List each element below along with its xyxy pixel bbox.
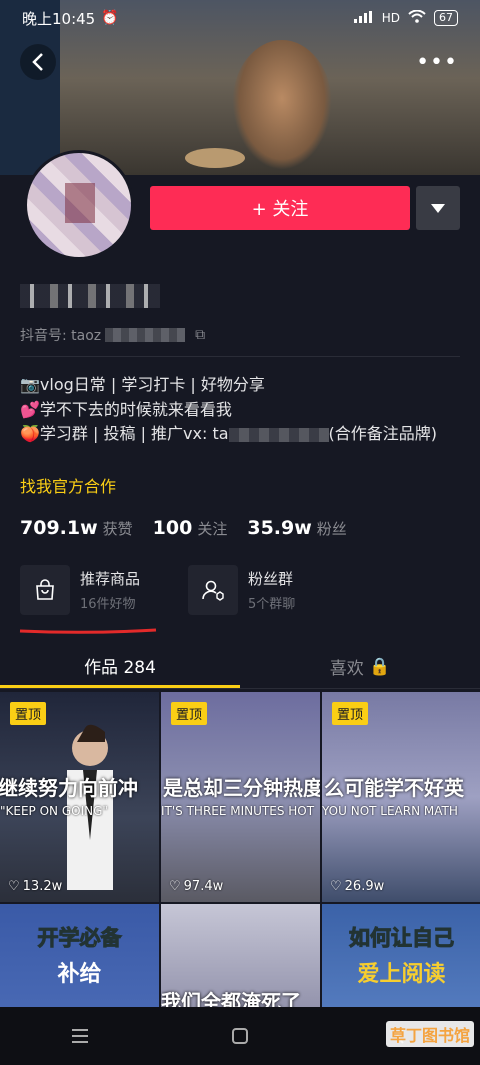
stat-label: 关注 — [197, 520, 228, 538]
home-square-icon — [232, 1028, 248, 1044]
heart-icon: ♡ — [169, 879, 181, 894]
video-likes: ♡ 97.4w — [169, 879, 223, 894]
bio-line: 💕学不下去的时候就来看看我 — [20, 399, 232, 419]
stat-followers[interactable]: 35.9w 粉丝 — [247, 517, 346, 539]
stat-label: 粉丝 — [316, 520, 347, 538]
bio-blurred — [228, 427, 329, 442]
video-thumbnail[interactable]: 开学必备 补给 — [0, 904, 159, 1019]
video-thumbnail[interactable]: 置顶 么可能学不好英 YOU NOT LEARN MATH ♡ 26.9w — [322, 692, 480, 902]
stats-row: 709.1w 获赞 100 关注 35.9w 粉丝 — [20, 517, 347, 539]
likes-count: 26.9w — [344, 879, 385, 894]
douyin-id-text: 抖音号: taoz — [20, 328, 102, 344]
video-cover-title: 继续努力向前冲 — [0, 776, 138, 800]
feature-subtitle: 5个群聊 — [248, 597, 296, 612]
video-thumbnail[interactable]: 我们全都淹死了 — [161, 904, 320, 1019]
video-grid: 置顶 继续努力向前冲 "KEEP ON GOING" ♡ 13.2w 置顶 是总却… — [0, 692, 480, 1019]
recommend-dropdown-button[interactable] — [416, 186, 460, 230]
follow-button[interactable]: + 关注 — [150, 186, 410, 230]
stat-label: 获赞 — [102, 520, 133, 538]
stat-number: 35.9w — [247, 517, 312, 539]
bio: 📷vlog日常 | 学习打卡 | 好物分享 💕学不下去的时候就来看看我 🍑学习群… — [20, 373, 460, 447]
video-thumbnail[interactable]: 置顶 是总却三分钟热度 IT'S THREE MINUTES HOT ♡ 97.4… — [161, 692, 320, 902]
douyin-id-blurred — [105, 328, 186, 342]
profile-tabs: 作品 284 喜欢 🔒 — [0, 645, 480, 689]
bio-line: 🍑学习群 | 投稿 | 推广vx: ta — [20, 424, 229, 443]
video-cover-title: 爱上阅读 — [357, 962, 446, 987]
video-thumbnail[interactable]: 如何让自己 爱上阅读 — [322, 904, 480, 1019]
red-annotation-underline — [19, 628, 157, 634]
copy-icon[interactable]: ⧉ — [195, 327, 205, 343]
tab-likes[interactable]: 喜欢 🔒 — [240, 645, 480, 688]
video-cover-title: 补给 — [57, 962, 102, 987]
bio-line: 📷vlog日常 | 学习打卡 | 好物分享 — [20, 375, 265, 394]
video-cover-subtitle: "KEEP ON GOING" — [0, 804, 108, 818]
tab-label: 喜欢 — [329, 659, 364, 679]
recommended-products[interactable]: 推荐商品 16件好物 — [20, 565, 140, 615]
feature-subtitle: 16件好物 — [80, 597, 136, 612]
likes-count: 97.4w — [183, 879, 224, 894]
stat-number: 709.1w — [20, 517, 98, 539]
network-type: HD — [381, 11, 400, 25]
divider — [20, 356, 460, 357]
watermark: 草丁图书馆 — [385, 1021, 474, 1047]
menu-button[interactable] — [60, 1016, 100, 1056]
signal-icon — [353, 10, 374, 26]
heart-icon: ♡ — [8, 879, 20, 894]
video-cover-title: 是总却三分钟热度 — [163, 776, 320, 800]
official-cooperation-link[interactable]: 找我官方合作 — [20, 473, 116, 497]
likes-count: 13.2w — [22, 879, 63, 894]
video-thumbnail[interactable]: 置顶 继续努力向前冲 "KEEP ON GOING" ♡ 13.2w — [0, 692, 159, 902]
back-button[interactable] — [20, 44, 56, 80]
pinned-badge: 置顶 — [332, 702, 369, 725]
stat-number: 100 — [152, 517, 193, 539]
tab-works[interactable]: 作品 284 — [0, 645, 240, 688]
chevron-left-icon — [32, 53, 43, 71]
feature-title: 粉丝群 — [248, 570, 294, 588]
alarm-icon: ⏰ — [101, 10, 119, 26]
pinned-badge: 置顶 — [171, 702, 208, 725]
follow-button-label: + 关注 — [251, 199, 309, 220]
cover-cat — [232, 40, 332, 170]
home-button[interactable] — [220, 1016, 260, 1056]
menu-icon — [72, 1029, 88, 1043]
heart-icon: ♡ — [330, 879, 342, 894]
nickname-blurred — [20, 284, 160, 308]
bio-line-contact: 🍑学习群 | 投稿 | 推广vx: ta (合作备注品牌) — [20, 422, 460, 447]
status-time: 晚上10:45 — [22, 9, 96, 28]
douyin-id: 抖音号: taoz ⧉ — [20, 325, 205, 345]
feature-title: 推荐商品 — [80, 570, 141, 588]
video-likes: ♡ 26.9w — [330, 879, 384, 894]
video-cover-subtitle: IT'S THREE MINUTES HOT — [161, 804, 315, 818]
shopping-bag-icon — [20, 565, 70, 615]
status-bar: 晚上10:45 ⏰ HD 67 — [0, 0, 480, 36]
more-dots-icon: ••• — [416, 50, 458, 75]
video-cover-title: 么可能学不好英 — [324, 776, 464, 800]
group-chat-icon — [188, 565, 238, 615]
fan-group[interactable]: 粉丝群 5个群聊 — [188, 565, 295, 615]
video-cover-subtitle: YOU NOT LEARN MATH — [322, 804, 458, 818]
bio-line-tail: (合作备注品牌) — [328, 424, 438, 443]
tab-label: 作品 284 — [84, 657, 156, 678]
video-likes: ♡ 13.2w — [8, 879, 62, 894]
video-cover-title: 如何让自己 — [349, 926, 455, 951]
stat-likes[interactable]: 709.1w 获赞 — [20, 517, 133, 539]
avatar[interactable] — [24, 150, 134, 260]
more-options-button[interactable]: ••• — [416, 50, 458, 75]
lock-icon: 🔒 — [369, 656, 391, 677]
battery-indicator: 67 — [434, 10, 458, 26]
pinned-badge: 置顶 — [10, 702, 47, 725]
cover-table — [185, 148, 245, 168]
wifi-icon — [408, 9, 426, 26]
stat-following[interactable]: 100 关注 — [153, 517, 228, 539]
caret-down-icon — [431, 203, 445, 213]
video-cover-title: 开学必备 — [37, 926, 122, 951]
